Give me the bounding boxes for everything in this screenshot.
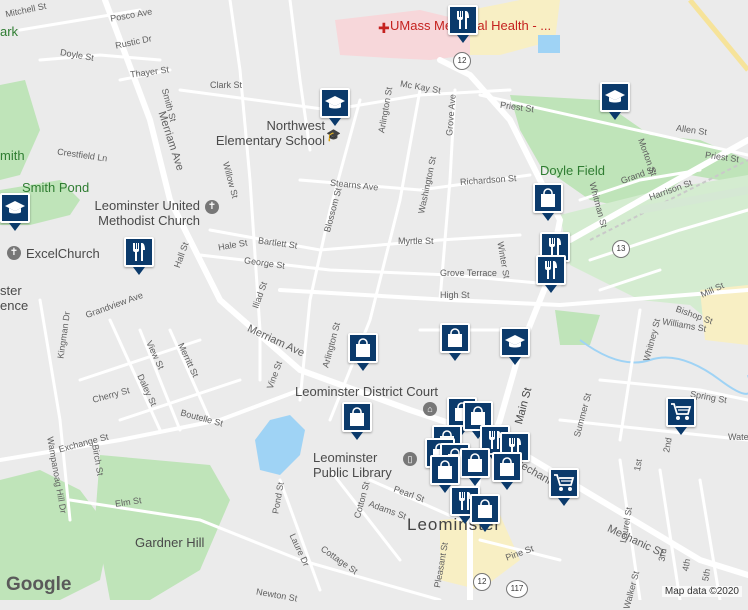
street-label: 4th	[680, 557, 693, 573]
shopping-bag-icon	[354, 338, 372, 358]
library-label[interactable]: Leominster Public Library	[313, 450, 403, 480]
school-marker[interactable]	[500, 327, 530, 365]
park-label: mith	[0, 148, 25, 163]
place-label: ence	[0, 298, 29, 313]
street-label: 1st	[632, 458, 644, 472]
shopping-bag-icon	[446, 328, 464, 348]
restaurant-marker[interactable]	[448, 5, 478, 43]
place-label: ster	[0, 283, 22, 298]
pond	[538, 35, 560, 53]
shopping-bag-marker[interactable]	[440, 323, 470, 361]
shopping-bag-icon	[466, 453, 484, 473]
shopping-bag-marker[interactable]	[460, 448, 490, 486]
smith-pond-label[interactable]: Smith Pond	[22, 180, 89, 195]
gardner-hill-label: Gardner Hill	[135, 535, 205, 550]
route-13-shield: 13	[612, 240, 630, 258]
school-icon: 🎓	[326, 128, 341, 142]
shopping-bag-icon	[498, 457, 516, 477]
restaurant-icon	[454, 10, 472, 30]
shopping-bag-marker[interactable]	[533, 183, 563, 221]
street-label: 5th	[700, 567, 713, 583]
restaurant-icon	[130, 242, 148, 262]
park-label: ark	[0, 24, 19, 39]
shopping-bag-marker[interactable]	[492, 452, 522, 490]
restaurant-icon	[546, 237, 564, 257]
shopping-cart-marker[interactable]	[666, 397, 696, 435]
court-label[interactable]: Leominster District Court	[295, 384, 438, 399]
school-label[interactable]: Northwest Elementary School	[205, 118, 325, 148]
school-marker[interactable]	[320, 88, 350, 126]
shopping-bag-icon	[476, 499, 494, 519]
street-label: Myrtle St	[398, 236, 434, 246]
street-label: Grove Terrace	[440, 268, 497, 278]
restaurant-marker[interactable]	[536, 255, 566, 293]
school-icon	[324, 94, 346, 112]
shopping-bag-marker[interactable]	[342, 402, 372, 440]
route-12-shield: 12	[473, 573, 491, 591]
excelchurch-label[interactable]: ExcelChurch	[26, 246, 100, 261]
shopping-bag-marker[interactable]	[348, 333, 378, 371]
courthouse-icon: ⌂	[423, 402, 437, 416]
google-logo: Google	[6, 574, 72, 595]
school-marker[interactable]	[0, 193, 30, 231]
restaurant-marker[interactable]	[124, 237, 154, 275]
school-icon	[604, 88, 626, 106]
shopping-bag-icon	[539, 188, 557, 208]
shopping-cart-icon	[670, 402, 692, 422]
street-label: Clark St	[210, 80, 243, 90]
school-marker[interactable]	[600, 82, 630, 120]
hospital-icon: ✚	[378, 20, 390, 36]
shopping-bag-icon	[436, 460, 454, 480]
route-117-shield: 117	[506, 580, 528, 598]
shopping-bag-icon	[348, 407, 366, 427]
church-icon: ✝	[7, 246, 21, 260]
restaurant-icon	[542, 260, 560, 280]
doyle-field-label[interactable]: Doyle Field	[540, 163, 605, 178]
shopping-bag-icon	[469, 406, 487, 426]
library-icon: ▯	[403, 452, 417, 466]
school-icon	[4, 199, 26, 217]
church-icon: ✝	[205, 200, 219, 214]
shopping-bag-marker[interactable]	[470, 494, 500, 532]
school-icon	[504, 333, 526, 351]
shopping-cart-icon	[553, 473, 575, 493]
shopping-cart-marker[interactable]	[549, 468, 579, 506]
street-label: Water	[728, 432, 748, 442]
church-label[interactable]: Leominster United Methodist Church	[90, 198, 201, 228]
route-12-shield: 12	[453, 52, 471, 70]
map-attribution[interactable]: Map data ©2020	[661, 586, 742, 597]
street-label: High St	[440, 290, 470, 300]
